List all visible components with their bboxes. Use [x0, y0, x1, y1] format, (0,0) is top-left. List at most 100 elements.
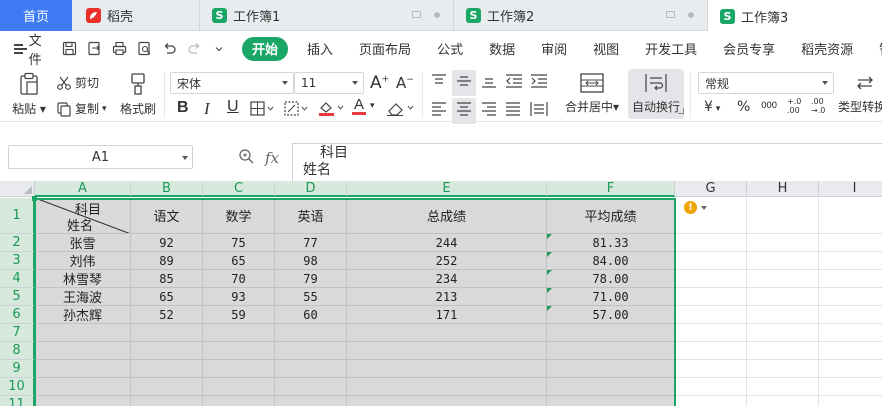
- tab-insert[interactable]: 插入: [294, 37, 346, 61]
- empty-cell[interactable]: [203, 342, 275, 360]
- total-cell[interactable]: 234: [347, 270, 547, 288]
- score-cell[interactable]: 55: [275, 288, 347, 306]
- column-header-b[interactable]: B: [131, 181, 203, 197]
- print-preview-icon[interactable]: [135, 40, 153, 58]
- score-cell[interactable]: 59: [203, 306, 275, 324]
- row-header-8[interactable]: 8: [0, 342, 35, 360]
- empty-cell[interactable]: [203, 360, 275, 378]
- empty-cell[interactable]: [819, 396, 882, 406]
- underline-button[interactable]: U: [227, 98, 239, 116]
- empty-cell[interactable]: [275, 342, 347, 360]
- zoom-search-icon[interactable]: [238, 148, 255, 168]
- thousands-separator-button[interactable]: 000: [761, 101, 777, 111]
- empty-cell[interactable]: [347, 396, 547, 406]
- score-cell[interactable]: 52: [131, 306, 203, 324]
- empty-cell[interactable]: [35, 378, 131, 396]
- empty-cell[interactable]: [275, 324, 347, 342]
- row-header-4[interactable]: 4: [0, 270, 35, 288]
- empty-cell[interactable]: [675, 288, 747, 306]
- tab-daoke[interactable]: 稻壳: [72, 0, 200, 31]
- empty-cell[interactable]: [547, 342, 675, 360]
- total-cell[interactable]: 213: [347, 288, 547, 306]
- empty-cell[interactable]: [675, 234, 747, 252]
- empty-cell[interactable]: [819, 288, 882, 306]
- merge-center-button[interactable]: 合并居中▾: [563, 72, 621, 115]
- empty-cell[interactable]: [35, 342, 131, 360]
- row-header-6[interactable]: 6: [0, 306, 35, 324]
- score-cell[interactable]: 92: [131, 234, 203, 252]
- window-float-icon[interactable]: [666, 11, 675, 18]
- increase-decimal-button[interactable]: +.0 .00: [787, 97, 805, 115]
- select-all-corner[interactable]: [0, 181, 35, 197]
- score-cell[interactable]: 85: [131, 270, 203, 288]
- empty-cell[interactable]: [347, 342, 547, 360]
- alignment-dialog-launcher-icon[interactable]: [678, 108, 684, 114]
- header-cell[interactable]: 英语: [275, 198, 347, 234]
- empty-cell[interactable]: [819, 270, 882, 288]
- score-cell[interactable]: 98: [275, 252, 347, 270]
- empty-cell[interactable]: [547, 378, 675, 396]
- empty-cell[interactable]: [747, 342, 819, 360]
- empty-cell[interactable]: [675, 306, 747, 324]
- borders-icon[interactable]: [250, 101, 274, 120]
- empty-cell[interactable]: [747, 270, 819, 288]
- tab-review[interactable]: 审阅: [528, 37, 580, 61]
- error-check-button[interactable]: !: [684, 201, 707, 214]
- column-header-f[interactable]: F: [547, 181, 675, 197]
- empty-cell[interactable]: [819, 306, 882, 324]
- empty-cell[interactable]: [747, 324, 819, 342]
- align-center-icon[interactable]: [452, 98, 476, 124]
- tab-formulas[interactable]: 公式: [424, 37, 476, 61]
- font-name-select[interactable]: 宋体: [170, 72, 294, 94]
- percent-button[interactable]: %: [737, 99, 750, 115]
- empty-cell[interactable]: [819, 324, 882, 342]
- number-format-select[interactable]: 常规: [698, 72, 834, 94]
- row-header-10[interactable]: 10: [0, 378, 35, 396]
- chevron-down-icon[interactable]: ▾: [370, 101, 375, 111]
- tab-daoke-resources[interactable]: 稻壳资源: [788, 37, 866, 61]
- column-header-i[interactable]: I: [819, 181, 882, 197]
- empty-cell[interactable]: [675, 342, 747, 360]
- header-cell[interactable]: 数学: [203, 198, 275, 234]
- type-convert-button[interactable]: 类型转换: [838, 72, 882, 115]
- currency-button[interactable]: ¥ ▾: [704, 99, 720, 115]
- empty-cell[interactable]: [35, 360, 131, 378]
- save-icon[interactable]: [60, 40, 78, 58]
- window-float-icon[interactable]: [412, 11, 421, 18]
- spreadsheet-grid[interactable]: A B C D E F G H I 1 2 3 4 5 6 7 8 9 10 1…: [0, 181, 882, 406]
- score-cell[interactable]: 65: [203, 252, 275, 270]
- empty-cell[interactable]: [747, 198, 819, 234]
- column-header-e[interactable]: E: [347, 181, 547, 197]
- score-cell[interactable]: 75: [203, 234, 275, 252]
- empty-cell[interactable]: [547, 324, 675, 342]
- row-header-2[interactable]: 2: [0, 234, 35, 252]
- empty-cell[interactable]: [131, 396, 203, 406]
- empty-cell[interactable]: [203, 396, 275, 406]
- name-cell[interactable]: 王海波: [35, 288, 131, 306]
- fill-pattern-icon[interactable]: [284, 101, 308, 120]
- score-cell[interactable]: 65: [131, 288, 203, 306]
- tab-workbook-1[interactable]: S 工作簿1: [200, 0, 454, 31]
- eraser-icon[interactable]: [386, 100, 416, 121]
- print-icon[interactable]: [110, 40, 128, 58]
- paste-button[interactable]: 粘贴 ▾: [10, 72, 48, 117]
- row-header-11[interactable]: 11: [0, 396, 35, 406]
- selection-handle[interactable]: [32, 196, 37, 201]
- column-header-h[interactable]: H: [747, 181, 819, 197]
- empty-cell[interactable]: [819, 342, 882, 360]
- tab-smart[interactable]: 智能: [866, 37, 882, 61]
- decrease-font-size-icon[interactable]: A−: [396, 74, 414, 92]
- header-cell[interactable]: 总成绩: [347, 198, 547, 234]
- tab-data[interactable]: 数据: [476, 37, 528, 61]
- tab-workbook-3[interactable]: S 工作簿3: [708, 0, 882, 32]
- name-cell[interactable]: 孙杰辉: [35, 306, 131, 324]
- column-header-g[interactable]: G: [675, 181, 747, 197]
- empty-cell[interactable]: [747, 234, 819, 252]
- header-cell[interactable]: 平均成绩: [547, 198, 675, 234]
- empty-cell[interactable]: [131, 360, 203, 378]
- empty-cell[interactable]: [275, 378, 347, 396]
- fill-color-icon[interactable]: [318, 100, 344, 121]
- empty-cell[interactable]: [347, 360, 547, 378]
- empty-cell[interactable]: [675, 396, 747, 406]
- name-box[interactable]: A1: [8, 145, 193, 169]
